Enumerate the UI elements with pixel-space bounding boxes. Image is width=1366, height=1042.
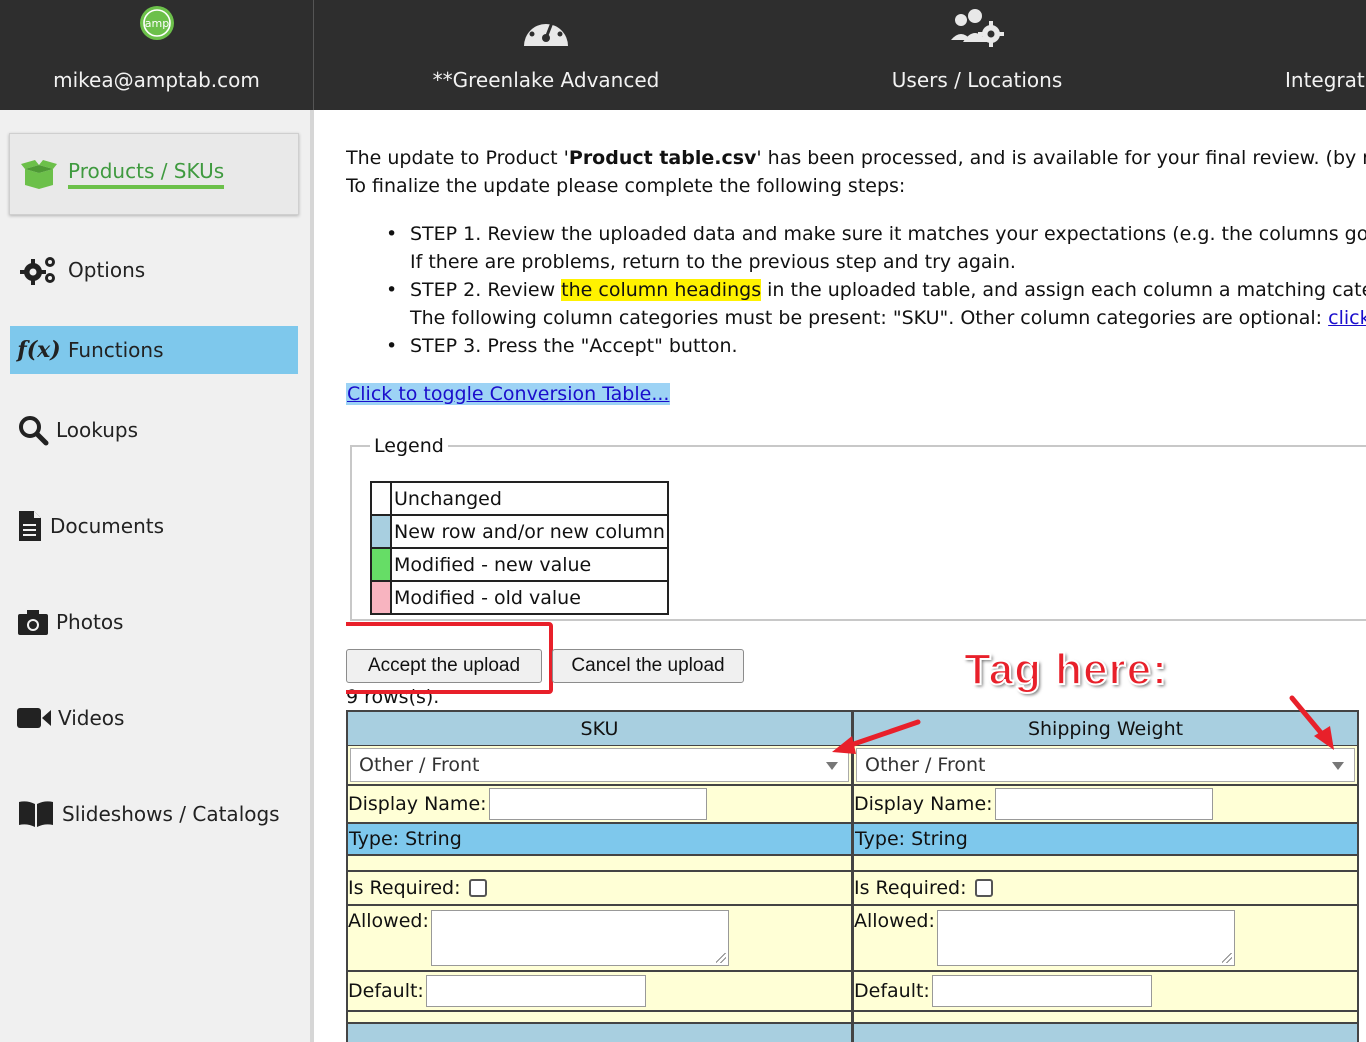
next-row xyxy=(854,1024,1357,1042)
chevron-down-icon xyxy=(826,762,838,770)
legend-swatch-unchanged xyxy=(370,481,392,516)
sidebar-item-products-skus[interactable]: Products / SKUs xyxy=(9,133,299,215)
type-row: Type: String xyxy=(348,824,851,856)
steps-list: STEP 1. Review the uploaded data and mak… xyxy=(386,220,1366,360)
allowed-textarea[interactable] xyxy=(430,910,729,966)
is-required-row: Is Required: xyxy=(348,872,851,906)
toggle-conversion-table-link[interactable]: Click to toggle Conversion Table... xyxy=(346,383,671,405)
dashboard-gauge-icon xyxy=(520,6,572,54)
users-gear-icon xyxy=(947,6,1007,52)
step-2: STEP 2. Review the column headings in th… xyxy=(386,276,1366,304)
video-camera-icon xyxy=(16,706,52,730)
main-content: The update to Product 'Product table.csv… xyxy=(346,110,1366,1042)
sidebar-item-documents[interactable]: Documents xyxy=(10,502,298,550)
row-separator xyxy=(348,1012,851,1024)
step-3: STEP 3. Press the "Accept" button. xyxy=(386,332,1366,360)
account-email: mikea@amptab.com xyxy=(53,68,260,92)
category-select[interactable]: Other / Front xyxy=(350,748,849,782)
display-name-input[interactable] xyxy=(994,788,1213,820)
box-icon xyxy=(16,159,62,189)
book-icon xyxy=(16,800,56,828)
step-1: STEP 1. Review the uploaded data and mak… xyxy=(386,220,1366,248)
sidebar-item-photos[interactable]: Photos xyxy=(10,598,298,646)
step-2-continued: The following column categories must be … xyxy=(386,304,1366,332)
row-separator xyxy=(348,856,851,872)
annotation-tag-here: Tag here: xyxy=(963,644,1168,695)
sidebar-item-videos[interactable]: Videos xyxy=(10,694,298,742)
legend-row: Modified - new value xyxy=(370,547,669,582)
search-icon xyxy=(16,414,50,446)
legend-swatch-modified-old xyxy=(370,580,392,615)
sidebar-item-options[interactable]: Options xyxy=(10,246,298,294)
display-name-row: Display Name: xyxy=(854,786,1357,824)
legend-row: Modified - old value xyxy=(370,580,669,615)
sidebar: Products / SKUs Options f(x) Functions L… xyxy=(0,110,314,1042)
is-required-checkbox[interactable] xyxy=(974,879,993,897)
document-icon xyxy=(16,510,44,542)
default-input[interactable] xyxy=(425,975,646,1007)
column-header: Shipping Weight xyxy=(854,712,1357,746)
display-name-input[interactable] xyxy=(488,788,707,820)
column-shipping-weight: Shipping Weight Other / Front Display Na… xyxy=(852,710,1359,1042)
filename: Product table.csv xyxy=(568,147,757,169)
step-1-continued: If there are problems, return to the pre… xyxy=(410,251,1016,273)
allowed-textarea[interactable] xyxy=(936,910,1235,966)
legend-box: Legend Unchanged New row and/or new colu… xyxy=(350,435,1366,621)
is-required-row: Is Required: xyxy=(854,872,1357,906)
category-select-wrap: Other / Front xyxy=(854,746,1357,786)
cancel-upload-button[interactable]: Cancel the upload xyxy=(552,649,744,683)
top-navigation-bar: amp mikea@amptab.com **Greenlake Advance… xyxy=(0,0,1366,110)
function-icon: f(x) xyxy=(17,337,61,363)
sidebar-item-functions[interactable]: f(x) Functions xyxy=(10,326,298,374)
is-required-checkbox[interactable] xyxy=(468,879,487,897)
row-separator xyxy=(854,856,1357,872)
legend-title: Legend xyxy=(374,435,444,457)
camera-icon xyxy=(16,608,50,636)
optional-categories-link[interactable]: click to xyxy=(1328,307,1366,329)
nav-users-locations[interactable]: Users / Locations xyxy=(778,0,1176,110)
accept-upload-button[interactable]: Accept the upload xyxy=(346,649,542,683)
category-select[interactable]: Other / Front xyxy=(856,748,1355,782)
column-sku: SKU Other / Front Display Name: Type: St… xyxy=(346,710,853,1042)
default-row: Default: xyxy=(348,972,851,1012)
legend-swatch-new xyxy=(370,514,392,549)
amp-logo-icon: amp xyxy=(138,4,176,46)
display-name-row: Display Name: xyxy=(348,786,851,824)
default-row: Default: xyxy=(854,972,1357,1012)
next-row xyxy=(348,1024,851,1042)
column-header: SKU xyxy=(348,712,851,746)
allowed-row: Allowed: xyxy=(854,906,1357,972)
svg-text:amp: amp xyxy=(144,17,168,30)
nav-greenlake-advanced[interactable]: **Greenlake Advanced xyxy=(314,0,778,110)
highlighted-text: the column headings xyxy=(561,279,762,301)
legend-table: Unchanged New row and/or new column Modi… xyxy=(370,481,669,615)
category-select-wrap: Other / Front xyxy=(348,746,851,786)
intro-text: The update to Product 'Product table.csv… xyxy=(346,147,1366,197)
type-row: Type: String xyxy=(854,824,1357,856)
legend-row: New row and/or new column xyxy=(370,514,669,549)
allowed-row: Allowed: xyxy=(348,906,851,972)
gears-icon xyxy=(16,254,62,286)
account-menu[interactable]: amp mikea@amptab.com xyxy=(0,0,313,110)
sidebar-item-slideshows-catalogs[interactable]: Slideshows / Catalogs xyxy=(10,790,298,838)
row-separator xyxy=(854,1012,1357,1024)
legend-row: Unchanged xyxy=(370,481,669,516)
chevron-down-icon xyxy=(1332,762,1344,770)
nav-integrations[interactable]: Integrati xyxy=(1176,0,1366,110)
default-input[interactable] xyxy=(931,975,1152,1007)
sidebar-item-lookups[interactable]: Lookups xyxy=(10,406,298,454)
legend-swatch-modified-new xyxy=(370,547,392,582)
